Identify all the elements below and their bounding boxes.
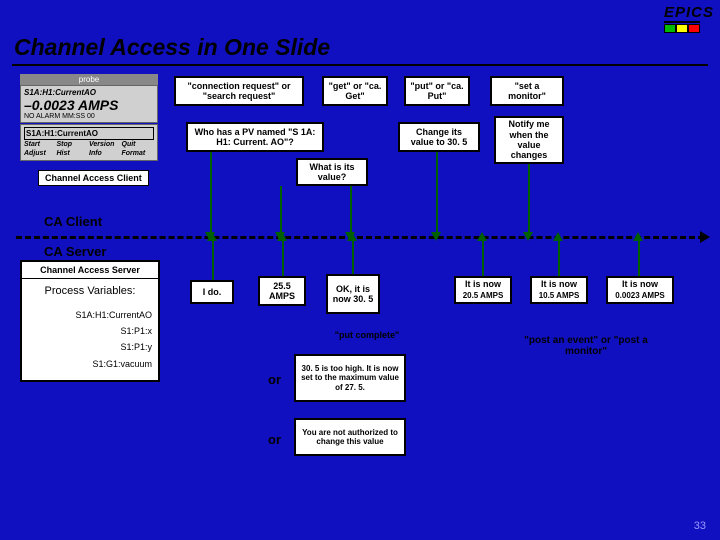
btn-start[interactable]: Start	[24, 140, 57, 149]
callout-change-value: Change its value to 30. 5	[398, 122, 480, 152]
callout-notify: Notify me when the value changes	[494, 116, 564, 164]
callout-what-value: What is its value?	[296, 158, 368, 186]
zone-ca-client: CA Client	[44, 214, 102, 229]
arrow-line	[528, 164, 530, 234]
arrow-up-icon	[553, 232, 563, 241]
btn-version[interactable]: Version	[89, 140, 122, 149]
btn-hist[interactable]: Hist	[57, 149, 90, 158]
client-server-boundary	[16, 236, 704, 239]
arrow-line	[638, 240, 640, 276]
widget-titlebar: probe	[20, 74, 158, 85]
label-or1: or	[268, 372, 281, 387]
label-put-complete: "put complete"	[316, 326, 418, 344]
arrow-line	[210, 152, 212, 234]
callout-i-do: I do.	[190, 280, 234, 304]
arrow-up-icon	[633, 232, 643, 241]
arrow-line	[436, 152, 438, 234]
arrow-line	[352, 240, 354, 274]
callout-not-authorized: You are not authorized to change this va…	[294, 418, 406, 456]
widget-alarm: NO ALARM MM:SS 00	[24, 113, 154, 120]
label-post-event: "post an event" or "post a monitor"	[516, 326, 656, 366]
arrow-up-icon	[347, 232, 357, 241]
arrow-line	[282, 240, 284, 276]
epics-logo: EPICS	[664, 4, 714, 30]
btn-stop[interactable]: Stop	[57, 140, 90, 149]
btn-info[interactable]: Info	[89, 149, 122, 158]
arrow-line	[558, 240, 560, 276]
callout-now2v: 10.5 AMPS	[530, 290, 588, 304]
arrow-line	[350, 186, 352, 234]
pv-item: S1A:H1:CurrentAO	[28, 307, 152, 323]
zone-ca-server: CA Server	[44, 244, 106, 259]
callout-get: "get" or "ca. Get"	[322, 76, 388, 106]
widget-pv1: S1A:H1:CurrentAO	[24, 88, 154, 97]
callout-now1: It is now	[454, 276, 512, 290]
server-caption: Channel Access Server	[22, 262, 158, 279]
callout-connection-request: "connection request" or "search request"	[174, 76, 304, 106]
pv-item: S1:P1:x	[28, 323, 152, 339]
callout-too-high: 30. 5 is too high. It is now set to the …	[294, 354, 406, 402]
callout-set-monitor: "set a monitor"	[490, 76, 564, 106]
client-caption: Channel Access Client	[38, 170, 149, 186]
btn-adjust[interactable]: Adjust	[24, 149, 57, 158]
callout-amps: 25.5 AMPS	[258, 276, 306, 306]
widget-pv2: S1A:H1:CurrentAO	[24, 127, 154, 140]
label-or2: or	[268, 432, 281, 447]
callout-now3v: 0.0023 AMPS	[606, 290, 674, 304]
page-title: Channel Access in One Slide	[14, 34, 330, 61]
callout-who-has-pv: Who has a PV named "S 1A: H1: Current. A…	[186, 122, 324, 152]
btn-format[interactable]: Format	[122, 149, 155, 158]
arrow-down-icon	[523, 232, 533, 241]
logo-text: EPICS	[664, 4, 714, 21]
callout-ok: OK, it is now 30. 5	[326, 274, 380, 314]
callout-now1v: 20.5 AMPS	[454, 290, 512, 304]
title-rule	[12, 64, 708, 66]
arrow-down-icon	[431, 232, 441, 241]
arrow-line	[280, 186, 282, 234]
arrow-up-icon	[207, 232, 217, 241]
arrow-line	[482, 240, 484, 276]
pv-item: S1:G1:vacuum	[28, 356, 152, 372]
channel-access-server-box: Channel Access Server Process Variables:…	[20, 260, 160, 382]
process-variables-label: Process Variables:	[22, 279, 158, 303]
channel-access-client-widget: probe S1A:H1:CurrentAO –0.0023 AMPS NO A…	[20, 74, 158, 161]
callout-now3: It is now	[606, 276, 674, 290]
page-number: 33	[694, 520, 706, 532]
callout-now2: It is now	[530, 276, 588, 290]
boundary-arrow-icon	[700, 231, 710, 243]
arrow-up-icon	[277, 232, 287, 241]
widget-value: –0.0023 AMPS	[24, 97, 154, 113]
callout-put: "put" or "ca. Put"	[404, 76, 470, 106]
btn-quit[interactable]: Quit	[122, 140, 155, 149]
pv-item: S1:P1:y	[28, 339, 152, 355]
arrow-up-icon	[477, 232, 487, 241]
arrow-line	[212, 240, 214, 280]
widget-buttons: Start Stop Version Quit Adjust Hist Info…	[24, 140, 154, 158]
